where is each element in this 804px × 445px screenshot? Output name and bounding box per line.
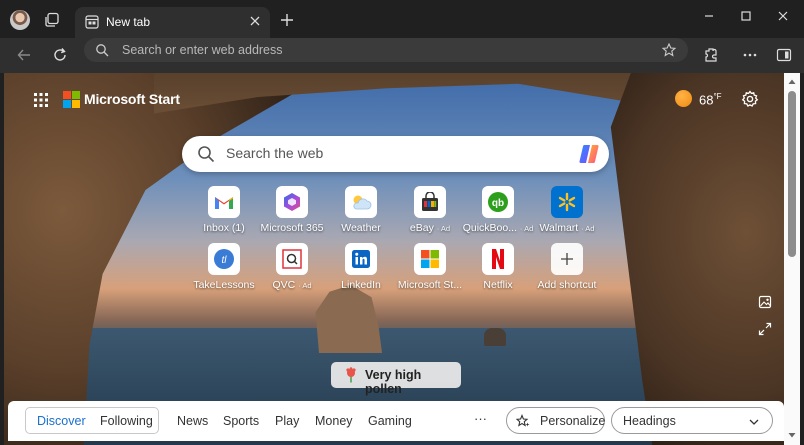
tab-discover[interactable]: Discover xyxy=(37,414,86,428)
background-image-icon[interactable] xyxy=(758,295,772,309)
browser-toolbar: Search or enter web address xyxy=(0,38,804,73)
copilot-icon[interactable] xyxy=(577,142,601,166)
shortcut-label: Microsoft 365 xyxy=(260,222,324,234)
headings-selected-value: Headings xyxy=(623,414,676,428)
shortcut-microsoft-365[interactable]: Microsoft 365 xyxy=(252,186,332,240)
tab-new-tab[interactable]: New tab xyxy=(75,7,270,38)
tab-following[interactable]: Following xyxy=(100,414,153,428)
headings-dropdown[interactable]: Headings xyxy=(611,407,773,434)
scroll-down-arrow-icon[interactable] xyxy=(788,431,796,439)
brand-title[interactable]: Microsoft Start xyxy=(84,91,180,107)
shortcut-quickbooks[interactable]: qb QuickBoo... · Ad xyxy=(458,186,538,240)
takelessons-icon: tl xyxy=(208,243,240,275)
ebay-icon xyxy=(414,186,446,218)
weather-temperature[interactable]: 68°F xyxy=(699,92,722,107)
shortcut-linkedin[interactable]: LinkedIn xyxy=(321,243,401,297)
more-options-icon[interactable] xyxy=(742,47,758,63)
web-search-box[interactable] xyxy=(182,136,609,172)
shortcut-walmart[interactable]: Walmart · Ad xyxy=(527,186,607,240)
gear-icon[interactable] xyxy=(741,90,759,108)
gmail-icon xyxy=(208,186,240,218)
app-launcher-icon[interactable] xyxy=(33,92,49,108)
weather-sun-icon[interactable] xyxy=(675,90,692,107)
microsoft-logo-icon xyxy=(63,91,80,108)
title-bar: New tab xyxy=(0,0,804,38)
address-search-icon xyxy=(96,44,109,57)
chevron-down-icon xyxy=(749,419,759,425)
new-tab-page-icon xyxy=(85,15,99,29)
shortcut-netflix[interactable]: Netflix xyxy=(458,243,538,297)
extensions-icon[interactable] xyxy=(703,47,719,63)
weather-icon xyxy=(345,186,377,218)
workspaces-icon[interactable] xyxy=(44,12,60,28)
scroll-up-arrow-icon[interactable] xyxy=(788,78,796,86)
scroll-thumb[interactable] xyxy=(788,91,796,257)
favorite-star-icon[interactable] xyxy=(662,43,676,57)
expand-icon[interactable] xyxy=(758,322,772,336)
search-input[interactable] xyxy=(226,145,546,161)
address-bar[interactable]: Search or enter web address xyxy=(84,38,688,62)
microsoft-store-icon xyxy=(414,243,446,275)
linkedin-icon xyxy=(345,243,377,275)
svg-text:tl: tl xyxy=(222,255,228,266)
shortcut-label: Weather xyxy=(341,222,381,234)
qvc-icon xyxy=(276,243,308,275)
page-scrollbar[interactable] xyxy=(784,73,800,445)
shortcut-label: LinkedIn xyxy=(341,279,381,291)
plus-icon xyxy=(551,243,583,275)
feed-navigation-bar: Discover Following News Sports Play Mone… xyxy=(8,401,784,441)
shortcut-label: Add shortcut xyxy=(537,279,597,291)
shortcut-qvc[interactable]: QVC · Ad xyxy=(252,243,332,297)
personalize-label: Personalize xyxy=(540,414,606,428)
sparkle-star-icon xyxy=(516,414,530,427)
svg-text:qb: qb xyxy=(492,198,504,209)
sidebar-toggle-icon[interactable] xyxy=(776,47,792,63)
refresh-icon[interactable] xyxy=(52,47,68,63)
shortcut-weather[interactable]: Weather xyxy=(321,186,401,240)
new-tab-plus-icon[interactable] xyxy=(279,12,295,28)
nav-money[interactable]: Money xyxy=(315,414,353,428)
shortcut-label: Walmart · Ad xyxy=(539,222,595,234)
minimize-icon[interactable] xyxy=(700,8,718,24)
address-placeholder: Search or enter web address xyxy=(122,43,283,57)
walmart-icon xyxy=(551,186,583,218)
nav-news[interactable]: News xyxy=(177,414,208,428)
close-window-icon[interactable] xyxy=(774,8,792,24)
new-tab-page: Microsoft Start 68°F Inb xyxy=(4,73,800,445)
quickbooks-icon: qb xyxy=(482,186,514,218)
nav-gaming[interactable]: Gaming xyxy=(368,414,412,428)
maximize-icon[interactable] xyxy=(737,8,755,24)
add-shortcut-button[interactable]: Add shortcut xyxy=(527,243,607,297)
microsoft-365-icon xyxy=(276,186,308,218)
netflix-icon xyxy=(482,243,514,275)
close-tab-icon[interactable] xyxy=(248,14,262,28)
nav-play[interactable]: Play xyxy=(275,414,299,428)
pollen-label: Very high pollen xyxy=(365,368,422,396)
profile-avatar[interactable] xyxy=(10,10,30,30)
shortcut-label: QVC · Ad xyxy=(272,279,312,291)
shortcut-label: Netflix xyxy=(483,279,513,291)
feed-segment-control: Discover Following xyxy=(25,407,159,434)
tab-title: New tab xyxy=(106,15,151,29)
personalize-button[interactable]: Personalize xyxy=(506,407,605,434)
pollen-icon xyxy=(346,367,356,383)
back-arrow-icon[interactable] xyxy=(16,47,32,63)
nav-sports[interactable]: Sports xyxy=(223,414,259,428)
shortcut-label: QuickBoo... · Ad xyxy=(462,222,534,234)
pollen-alert-pill[interactable]: Very high pollen xyxy=(331,362,461,396)
search-icon xyxy=(198,146,215,163)
background-rock-small xyxy=(484,328,506,346)
more-topics-button[interactable]: ··· xyxy=(474,411,487,426)
